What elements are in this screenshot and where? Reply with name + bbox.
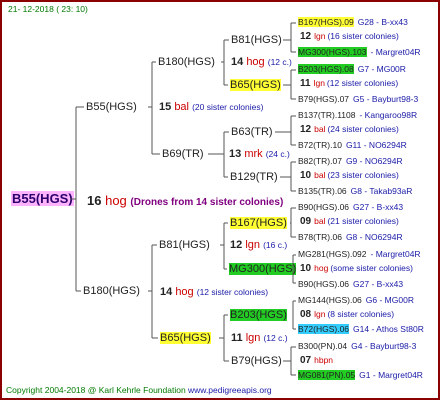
pedigree-tree: 21- 12-2018 ( 23: 10) Copyright 2004-201… <box>0 0 440 400</box>
pedigree-lines <box>70 22 296 376</box>
